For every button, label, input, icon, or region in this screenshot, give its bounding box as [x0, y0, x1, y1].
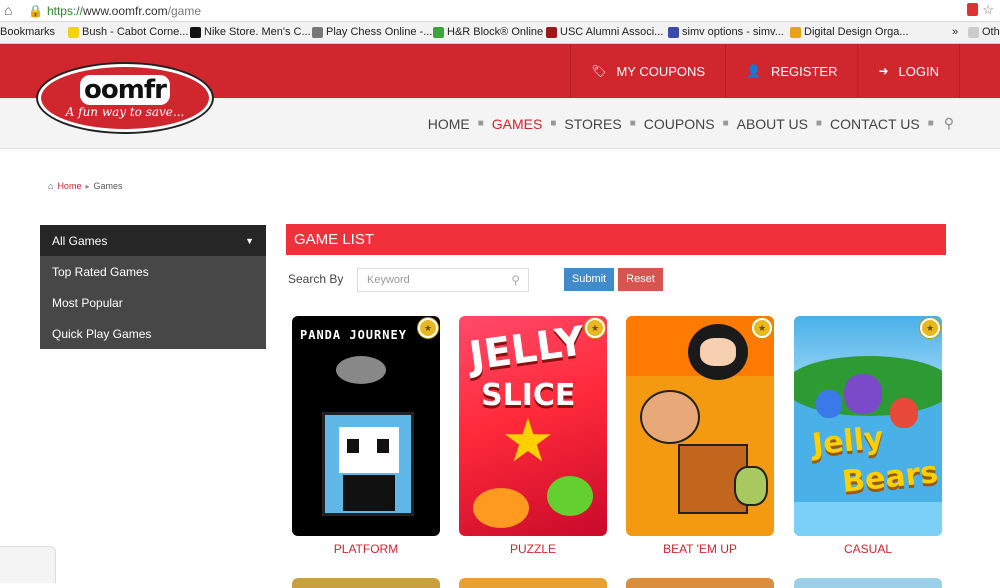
main-nav: HOME ■ GAMES ■ STORES ■ COUPONS ■ ABOUT … — [428, 98, 954, 149]
bookmark-item[interactable]: Play Chess Online -... — [312, 26, 432, 38]
game-card[interactable]: Jelly Bears ★ CASUAL — [794, 316, 942, 556]
award-badge-icon: ★ — [920, 318, 940, 338]
reset-button[interactable]: Reset — [618, 268, 663, 291]
caret-down-icon: ▼ — [245, 235, 254, 246]
game-category[interactable]: PUZZLE — [459, 542, 607, 556]
side-panel-tab[interactable] — [0, 546, 56, 583]
nav-separator: ■ — [815, 118, 822, 129]
browser-url-bar: ⌂ 🔒 https://www.oomfr.com/game ☆ — [0, 0, 1000, 22]
top-nav: 🏷 MY COUPONS 👤 REGISTER ➜ LOGIN — [570, 44, 960, 98]
game-thumbnail[interactable]: PANDA JOURNEY ★ — [292, 316, 440, 536]
game-thumbnail[interactable]: ★ — [626, 316, 774, 536]
nav-separator: ■ — [927, 118, 934, 129]
breadcrumb-current: Games — [93, 181, 123, 191]
nav-home[interactable]: HOME — [428, 116, 470, 132]
lock-icon: 🔒 — [28, 4, 43, 18]
sidebar: All Games ▼ Top Rated Games Most Popular … — [40, 225, 266, 349]
sidebar-item-quick-play-games[interactable]: Quick Play Games — [40, 318, 266, 349]
home-icon[interactable]: ⌂ — [4, 2, 12, 18]
bookmark-item[interactable]: Bush - Cabot Corne... — [68, 26, 188, 38]
award-badge-icon: ★ — [585, 318, 605, 338]
hrblock-icon — [433, 26, 444, 38]
nav-coupons[interactable]: COUPONS — [644, 116, 715, 132]
sidebar-item-all-games[interactable]: All Games ▼ — [40, 225, 266, 256]
nav-separator: ■ — [722, 118, 729, 129]
keyword-input[interactable]: Keyword ⚲ — [357, 268, 529, 292]
bookmark-item[interactable]: simv options - simv... — [668, 26, 784, 38]
chess-icon — [312, 26, 323, 38]
nav-separator: ■ — [477, 118, 484, 129]
game-category[interactable]: BEAT 'EM UP — [626, 542, 774, 556]
game-card[interactable]: JELLY SLICE ★ ★ PUZZLE — [459, 316, 607, 556]
sidebar-item-most-popular[interactable]: Most Popular — [40, 287, 266, 318]
nav-contact-us[interactable]: CONTACT US — [830, 116, 920, 132]
bookmarks-bar: Bookmarks Bush - Cabot Corne... Nike Sto… — [0, 22, 1000, 44]
simv-icon — [668, 26, 679, 38]
game-category[interactable]: CASUAL — [794, 542, 942, 556]
nav-separator: ■ — [550, 118, 557, 129]
user-plus-icon: 👤 — [746, 64, 761, 78]
extension-icon[interactable] — [967, 3, 978, 16]
my-coupons-link[interactable]: 🏷 MY COUPONS — [570, 44, 725, 98]
game-thumbnail[interactable] — [794, 578, 942, 588]
home-icon: ⌂ — [48, 181, 54, 191]
nav-separator: ■ — [629, 118, 636, 129]
login-link[interactable]: ➜ LOGIN — [857, 44, 960, 98]
bookmark-star-icon[interactable]: ☆ — [982, 2, 994, 18]
award-badge-icon: ★ — [418, 318, 438, 338]
game-thumbnail[interactable]: Jelly Bears ★ — [794, 316, 942, 536]
nav-about-us[interactable]: ABOUT US — [737, 116, 808, 132]
chevron-right-icon: ▸ — [85, 181, 90, 191]
game-thumbnail[interactable] — [292, 578, 440, 588]
nike-icon — [190, 26, 201, 38]
folder-icon — [68, 26, 79, 38]
game-thumbnail[interactable] — [626, 578, 774, 588]
award-badge-icon: ★ — [752, 318, 772, 338]
register-link[interactable]: 👤 REGISTER — [725, 44, 857, 98]
usc-icon — [546, 26, 557, 38]
game-thumbnail[interactable]: JELLY SLICE ★ ★ — [459, 316, 607, 536]
tag-icon: 🏷 — [591, 64, 607, 78]
breadcrumb-home[interactable]: Home — [57, 181, 81, 191]
game-list-title: GAME LIST — [286, 224, 946, 255]
nav-stores[interactable]: STORES — [564, 116, 621, 132]
search-by-label: Search By — [288, 272, 344, 286]
sign-in-icon: ➜ — [878, 64, 889, 78]
search-icon: ⚲ — [511, 273, 520, 287]
sidebar-item-top-rated-games[interactable]: Top Rated Games — [40, 256, 266, 287]
game-thumbnail[interactable] — [459, 578, 607, 588]
folder-icon — [968, 26, 979, 38]
bookmark-item[interactable]: USC Alumni Associ... — [546, 26, 663, 38]
game-card[interactable]: PANDA JOURNEY ★ PLATFORM — [292, 316, 440, 556]
bookmark-item[interactable]: Bookmarks — [0, 26, 55, 38]
submit-button[interactable]: Submit — [564, 268, 614, 291]
nav-games[interactable]: GAMES — [492, 116, 543, 132]
chevron-right-icon[interactable]: » — [952, 26, 958, 38]
game-card[interactable]: ★ BEAT 'EM UP — [626, 316, 774, 556]
digital-design-icon — [790, 26, 801, 38]
bookmark-item[interactable]: H&R Block® Online — [433, 26, 543, 38]
bookmark-item[interactable]: Nike Store. Men's C... — [190, 26, 311, 38]
search-icon[interactable]: ⚲ — [944, 115, 954, 132]
breadcrumb: ⌂ Home ▸ Games — [48, 181, 122, 191]
address-field[interactable]: 🔒 https://www.oomfr.com/game — [28, 2, 988, 20]
site-logo[interactable]: oomfr A fun way to save... — [38, 64, 212, 132]
game-category[interactable]: PLATFORM — [292, 542, 440, 556]
bookmark-item[interactable]: Othe — [968, 26, 1000, 38]
bookmark-item[interactable]: Digital Design Orga... — [790, 26, 909, 38]
